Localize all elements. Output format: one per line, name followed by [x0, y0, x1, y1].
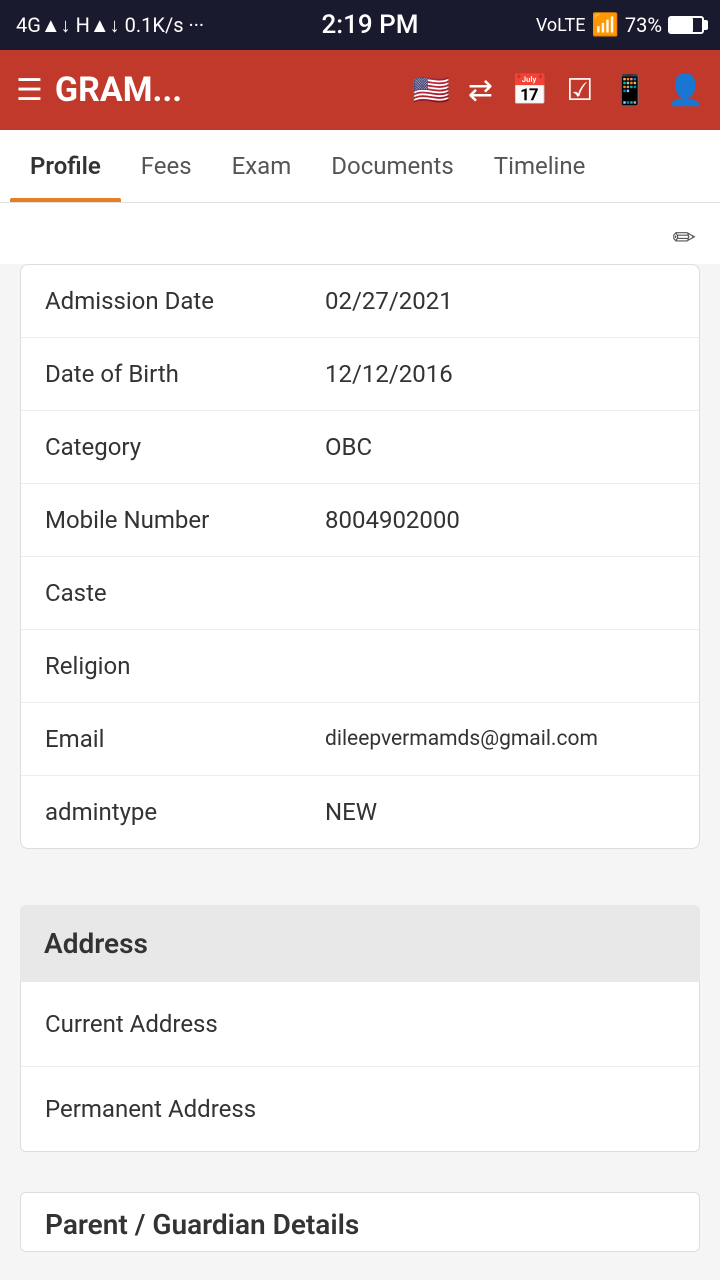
- mobile-value: 8004902000: [325, 506, 675, 534]
- mobile-label: Mobile Number: [45, 506, 325, 534]
- category-value: OBC: [325, 433, 675, 461]
- admission-date-row: Admission Date 02/27/2021: [21, 265, 699, 338]
- tabs-bar: Profile Fees Exam Documents Timeline: [0, 130, 720, 203]
- navbar: ☰ GRAM... 🇺🇸 ⇄ 📅 ☑ 📱 👤: [0, 50, 720, 130]
- address-section: Address Current Address Permanent Addres…: [20, 905, 700, 1152]
- address-header: Address: [20, 905, 700, 982]
- caste-label: Caste: [45, 579, 325, 607]
- edit-icon[interactable]: ✏: [673, 221, 696, 254]
- religion-label: Religion: [45, 652, 325, 680]
- email-row: Email dileepvermamds@gmail.com: [21, 703, 699, 776]
- calendar-icon[interactable]: 📅: [511, 73, 548, 108]
- checklist-icon[interactable]: ☑: [566, 73, 593, 108]
- tab-profile[interactable]: Profile: [10, 130, 121, 202]
- dob-row: Date of Birth 12/12/2016: [21, 338, 699, 411]
- permanent-address-row: Permanent Address: [21, 1067, 699, 1151]
- tab-exam[interactable]: Exam: [212, 130, 312, 202]
- parent-section-title: Parent / Guardian Details: [45, 1208, 359, 1241]
- admission-date-label: Admission Date: [45, 287, 325, 315]
- mobile-row: Mobile Number 8004902000: [21, 484, 699, 557]
- email-value: dileepvermamds@gmail.com: [325, 727, 675, 751]
- tab-fees[interactable]: Fees: [121, 130, 212, 202]
- status-left: 4G▲↓ H▲↓ 0.1K/s ···: [16, 13, 204, 38]
- whatsapp-icon[interactable]: 📱: [611, 73, 648, 108]
- volte-icon: VoLTE: [536, 15, 586, 36]
- status-time: 2:19 PM: [322, 10, 419, 40]
- navbar-icons: 🇺🇸 ⇄ 📅 ☑ 📱 👤: [413, 73, 704, 108]
- transfer-icon[interactable]: ⇄: [468, 73, 493, 108]
- email-label: Email: [45, 725, 325, 753]
- dob-label: Date of Birth: [45, 360, 325, 388]
- battery-icon: [668, 16, 704, 34]
- admintype-row: admintype NEW: [21, 776, 699, 848]
- profile-info-card: Admission Date 02/27/2021 Date of Birth …: [20, 264, 700, 849]
- battery-percent: 73%: [625, 13, 662, 37]
- address-card: Current Address Permanent Address: [20, 982, 700, 1152]
- parent-section-partial: Parent / Guardian Details: [20, 1192, 700, 1252]
- religion-row: Religion: [21, 630, 699, 703]
- admintype-value: NEW: [325, 798, 675, 826]
- wifi-icon: 📶: [591, 13, 618, 38]
- tab-documents[interactable]: Documents: [311, 130, 474, 202]
- user-avatar-icon[interactable]: 👤: [667, 73, 704, 108]
- current-address-row: Current Address: [21, 982, 699, 1067]
- admintype-label: admintype: [45, 798, 325, 826]
- caste-row: Caste: [21, 557, 699, 630]
- network-info: 4G▲↓ H▲↓ 0.1K/s ···: [16, 13, 204, 38]
- spacer2: [0, 1152, 720, 1172]
- dob-value: 12/12/2016: [325, 360, 675, 388]
- edit-row: ✏: [0, 203, 720, 264]
- status-bar: 4G▲↓ H▲↓ 0.1K/s ··· 2:19 PM VoLTE 📶 73%: [0, 0, 720, 50]
- spacer: [0, 869, 720, 885]
- status-right: VoLTE 📶 73%: [536, 13, 704, 38]
- menu-icon[interactable]: ☰: [16, 73, 43, 108]
- app-title: GRAM...: [55, 70, 401, 110]
- category-label: Category: [45, 433, 325, 461]
- tab-timeline[interactable]: Timeline: [474, 130, 606, 202]
- admission-date-value: 02/27/2021: [325, 287, 675, 315]
- category-row: Category OBC: [21, 411, 699, 484]
- flag-icon[interactable]: 🇺🇸: [413, 73, 450, 108]
